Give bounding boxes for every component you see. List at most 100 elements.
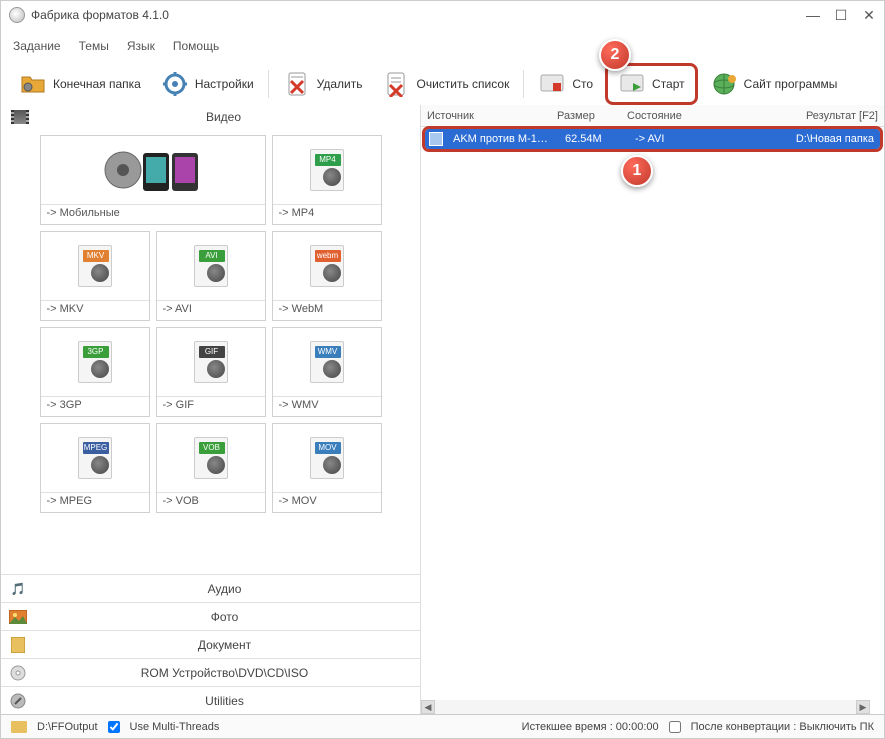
settings-label: Настройки	[195, 77, 254, 91]
output-folder-button[interactable]: Конечная папка	[11, 66, 149, 102]
col-result[interactable]: Результат [F2]	[741, 110, 884, 122]
file-icon: GIF	[194, 341, 228, 383]
menu-language[interactable]: Язык	[127, 39, 155, 53]
file-icon: MKV	[78, 245, 112, 287]
format-badge: GIF	[199, 346, 225, 358]
document-icon	[9, 636, 27, 654]
file-row-selected[interactable]: AKM против M-16.... 62.54M -> AVI D:\Нов…	[425, 129, 880, 149]
menu-theme[interactable]: Темы	[79, 39, 109, 53]
toolbar: Конечная папка Настройки Удалить Очистит…	[1, 63, 884, 105]
category-rom[interactable]: ROM Устройство\DVD\CD\ISO	[1, 658, 420, 686]
format-badge: VOB	[199, 442, 225, 454]
format-tile[interactable]: MPEG -> MPEG	[40, 423, 150, 513]
music-icon: 🎵	[9, 580, 27, 598]
disc-icon	[9, 664, 27, 682]
format-thumb: VOB	[157, 424, 265, 492]
format-label: -> Мобильные	[41, 204, 265, 224]
close-button[interactable]: ✕	[862, 8, 876, 22]
format-tile[interactable]: MKV -> MKV	[40, 231, 150, 321]
format-tile[interactable]: WMV-> WMV	[272, 327, 382, 417]
category-audio[interactable]: 🎵 Аудио	[1, 574, 420, 602]
format-label: -> MPEG	[41, 492, 149, 512]
cell-size: 62.54M	[559, 133, 629, 145]
format-thumb: webm	[273, 232, 381, 300]
file-list[interactable]: AKM против M-16.... 62.54M -> AVI D:\Нов…	[421, 127, 884, 714]
col-source[interactable]: Источник	[421, 110, 551, 122]
format-tile[interactable]: -> Мобильные	[40, 135, 266, 225]
callout-badge-2: 2	[599, 39, 631, 71]
titlebar: Фабрика форматов 4.1.0 — ☐ ✕	[1, 1, 884, 29]
multi-threads-checkbox[interactable]	[108, 721, 120, 733]
format-tile[interactable]: GIF-> GIF	[156, 327, 266, 417]
col-state[interactable]: Состояние	[621, 110, 741, 122]
website-label: Сайт программы	[744, 77, 838, 91]
statusbar: D:\FFOutput Use Multi-Threads Истекшее в…	[1, 714, 884, 738]
reel-icon	[207, 456, 225, 474]
menubar: Задание Темы Язык Помощь	[1, 35, 884, 57]
menu-help[interactable]: Помощь	[173, 39, 219, 53]
col-size[interactable]: Размер	[551, 110, 621, 122]
cell-state: -> AVI	[629, 133, 749, 145]
format-thumb: 3GP	[41, 328, 149, 396]
category-photo[interactable]: Фото	[1, 602, 420, 630]
separator	[268, 70, 269, 98]
callout-badge-1: 1	[621, 155, 653, 187]
wrench-icon	[9, 692, 27, 710]
folder-icon	[19, 70, 47, 98]
start-label: Старт	[652, 77, 685, 91]
format-thumb: GIF	[157, 328, 265, 396]
video-file-icon	[429, 132, 443, 146]
format-badge: webm	[315, 250, 341, 262]
file-icon: MPEG	[78, 437, 112, 479]
minimize-button[interactable]: —	[806, 8, 820, 22]
main-area: Видео -> МобильныеMP4-> MP4MKV-> MKVAVI-…	[1, 105, 884, 714]
format-thumb: MOV	[273, 424, 381, 492]
settings-button[interactable]: Настройки	[153, 66, 262, 102]
after-convert-checkbox[interactable]	[669, 721, 681, 733]
reel-icon	[323, 168, 341, 186]
globe-icon	[710, 70, 738, 98]
folder-icon[interactable]	[11, 721, 27, 733]
scroll-left-icon[interactable]: ◀	[421, 700, 435, 714]
format-badge: MOV	[315, 442, 341, 454]
format-tile[interactable]: 3GP-> 3GP	[40, 327, 150, 417]
stop-label: Сто	[572, 77, 593, 91]
format-tile[interactable]: AVI-> AVI	[156, 231, 266, 321]
multi-threads-label: Use Multi-Threads	[130, 721, 220, 733]
stop-button[interactable]: Сто	[530, 66, 601, 102]
format-thumb: MKV	[41, 232, 149, 300]
format-badge: MPEG	[83, 442, 109, 454]
maximize-button[interactable]: ☐	[834, 8, 848, 22]
format-tile[interactable]: VOB-> VOB	[156, 423, 266, 513]
file-icon: WMV	[310, 341, 344, 383]
format-badge: MP4	[315, 154, 341, 166]
output-path[interactable]: D:\FFOutput	[37, 721, 98, 733]
format-label: -> MKV	[41, 300, 149, 320]
reel-icon	[207, 360, 225, 378]
format-scroll[interactable]: -> МобильныеMP4-> MP4MKV-> MKVAVI-> AVIw…	[1, 129, 420, 574]
clear-list-button[interactable]: Очистить список	[374, 66, 517, 102]
reel-icon	[91, 264, 109, 282]
delete-button[interactable]: Удалить	[275, 66, 371, 102]
format-badge: 3GP	[83, 346, 109, 358]
output-folder-label: Конечная папка	[53, 77, 141, 91]
scroll-track[interactable]	[435, 700, 856, 714]
stop-icon	[538, 70, 566, 98]
format-tile[interactable]: webm-> WebM	[272, 231, 382, 321]
start-button[interactable]: Старт	[614, 68, 689, 100]
delete-label: Удалить	[317, 77, 363, 91]
scroll-right-icon[interactable]: ▶	[856, 700, 870, 714]
website-button[interactable]: Сайт программы	[702, 66, 846, 102]
app-window: Фабрика форматов 4.1.0 — ☐ ✕ Задание Тем…	[0, 0, 885, 739]
horizontal-scrollbar[interactable]: ◀ ▶	[421, 700, 870, 714]
video-category-header[interactable]: Видео	[1, 105, 420, 129]
category-document[interactable]: Документ	[1, 630, 420, 658]
photo-icon	[9, 608, 27, 626]
format-tile[interactable]: MOV-> MOV	[272, 423, 382, 513]
category-utilities[interactable]: Utilities	[1, 686, 420, 714]
play-icon	[618, 70, 646, 98]
menu-task[interactable]: Задание	[13, 39, 61, 53]
file-icon: AVI	[194, 245, 228, 287]
format-label: -> MP4	[273, 204, 381, 224]
format-tile[interactable]: MP4 -> MP4	[272, 135, 382, 225]
